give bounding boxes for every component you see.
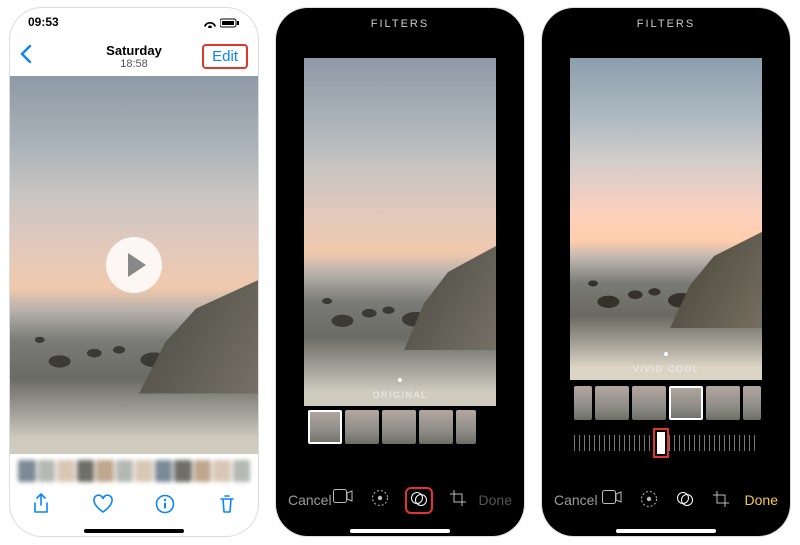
- play-button-icon[interactable]: [106, 237, 162, 293]
- filter-thumb[interactable]: [706, 386, 740, 420]
- video-tool-icon[interactable]: [333, 489, 353, 512]
- filter-thumb[interactable]: [574, 386, 592, 420]
- filter-thumb[interactable]: [595, 386, 629, 420]
- filter-thumb[interactable]: [632, 386, 666, 420]
- cancel-button[interactable]: Cancel: [288, 492, 333, 508]
- done-button[interactable]: Done: [730, 492, 778, 508]
- home-indicator[interactable]: [84, 529, 184, 533]
- filter-thumb-original[interactable]: [308, 410, 342, 444]
- editor-mode-title: FILTERS: [276, 8, 524, 34]
- timeline-scrubber[interactable]: [18, 460, 250, 482]
- crop-tool-icon[interactable]: [712, 490, 730, 511]
- filter-thumb[interactable]: [419, 410, 453, 444]
- editor-preview[interactable]: VIVID COOL: [570, 58, 762, 380]
- edit-button[interactable]: Edit: [202, 44, 248, 69]
- cancel-button[interactable]: Cancel: [554, 492, 602, 508]
- status-icons: [203, 15, 240, 29]
- phone-editor-original: FILTERS ORIGINAL Cancel Done: [276, 8, 524, 536]
- status-time: 09:53: [28, 15, 59, 29]
- filter-thumb[interactable]: [345, 410, 379, 444]
- info-icon[interactable]: [146, 494, 184, 519]
- heart-icon[interactable]: [84, 494, 122, 519]
- filter-thumbnail-strip[interactable]: [574, 386, 758, 420]
- status-bar: 09:53: [10, 8, 258, 36]
- current-filter-label: VIVID COOL: [570, 364, 762, 374]
- video-preview[interactable]: [10, 76, 258, 454]
- editor-mode-title: FILTERS: [542, 8, 790, 34]
- back-chevron-icon[interactable]: [20, 45, 32, 68]
- filter-thumb-vivid-cool[interactable]: [669, 386, 703, 420]
- adjust-tool-icon[interactable]: [371, 489, 389, 512]
- current-filter-dot: [664, 352, 668, 356]
- filter-intensity-slider[interactable]: [574, 432, 758, 454]
- editor-preview[interactable]: ORIGINAL: [304, 58, 496, 406]
- current-filter-dot: [398, 378, 402, 382]
- home-indicator[interactable]: [350, 529, 450, 533]
- filter-thumb[interactable]: [456, 410, 476, 444]
- phone-photos-view: 09:53 Saturday 18:58 Edit CINEMATIC: [10, 8, 258, 536]
- filter-thumb[interactable]: [382, 410, 416, 444]
- filters-tool-icon[interactable]: [676, 490, 694, 511]
- share-icon[interactable]: [22, 493, 60, 520]
- current-filter-label: ORIGINAL: [304, 390, 496, 400]
- bottom-toolbar: [10, 486, 258, 526]
- editor-bottom-bar: Cancel Done: [276, 482, 524, 518]
- done-button[interactable]: Done: [467, 492, 512, 508]
- filter-thumbnail-strip[interactable]: [308, 410, 492, 444]
- video-tool-icon[interactable]: [602, 490, 622, 511]
- filters-tool-icon[interactable]: [407, 489, 431, 512]
- phone-editor-vivid-cool: FILTERS VIVID COOL Cancel Done: [542, 8, 790, 536]
- home-indicator[interactable]: [616, 529, 716, 533]
- slider-knob[interactable]: [657, 432, 665, 454]
- trash-icon[interactable]: [208, 493, 246, 520]
- editor-bottom-bar: Cancel Done: [542, 482, 790, 518]
- crop-tool-icon[interactable]: [449, 489, 467, 512]
- filter-thumb[interactable]: [743, 386, 761, 420]
- nav-header: Saturday 18:58 Edit: [10, 36, 258, 76]
- adjust-tool-icon[interactable]: [640, 490, 658, 511]
